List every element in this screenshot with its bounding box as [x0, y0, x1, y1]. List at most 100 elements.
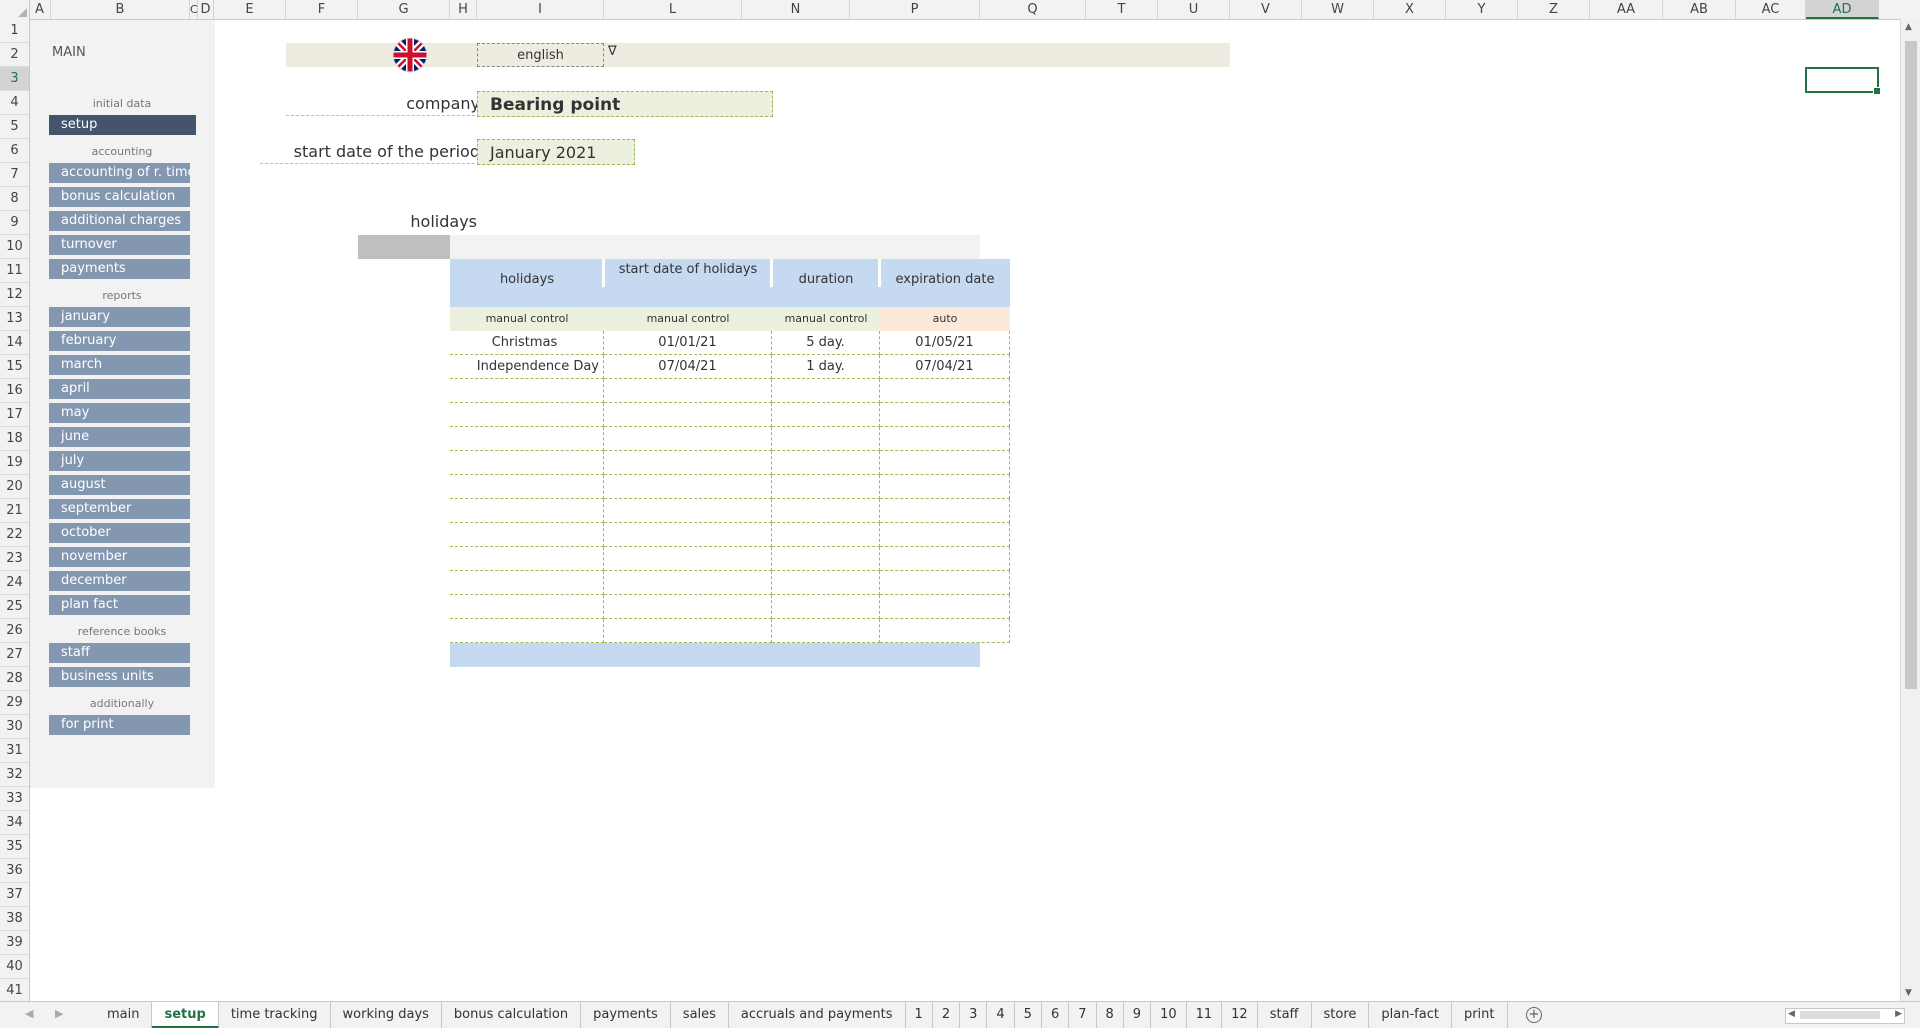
- tab-print[interactable]: print: [1452, 1002, 1508, 1028]
- active-cell-cursor[interactable]: [1805, 67, 1881, 95]
- tab-store[interactable]: store: [1312, 1002, 1370, 1028]
- duration-cell[interactable]: [772, 547, 880, 571]
- holiday-name-cell[interactable]: [450, 427, 604, 451]
- nav-turnover-button[interactable]: turnover: [49, 235, 190, 255]
- tab-4[interactable]: 4: [987, 1002, 1015, 1028]
- row-header-29[interactable]: 29: [0, 691, 29, 715]
- language-select[interactable]: english: [477, 43, 604, 67]
- add-sheet-icon[interactable]: +: [1526, 1007, 1542, 1023]
- start-date-cell[interactable]: [604, 379, 772, 403]
- row-header-32[interactable]: 32: [0, 763, 29, 787]
- row-header-10[interactable]: 10: [0, 235, 29, 259]
- tab-1[interactable]: 1: [906, 1002, 933, 1028]
- holiday-name-cell[interactable]: [450, 619, 604, 643]
- nav-bonus-button[interactable]: bonus calculation: [49, 187, 190, 207]
- duration-cell[interactable]: [772, 523, 880, 547]
- row-header-17[interactable]: 17: [0, 403, 29, 427]
- nav-february-button[interactable]: february: [49, 331, 190, 351]
- tab-prev-icon[interactable]: ◀: [25, 1007, 33, 1020]
- tab-next-icon[interactable]: ▶: [55, 1007, 63, 1020]
- row-header-9[interactable]: 9: [0, 211, 29, 235]
- column-header-f[interactable]: F: [286, 0, 358, 19]
- column-header-d[interactable]: D: [198, 0, 214, 19]
- nav-july-button[interactable]: july: [49, 451, 190, 471]
- nav-august-button[interactable]: august: [49, 475, 190, 495]
- column-header-a[interactable]: A: [29, 0, 51, 19]
- tab-8[interactable]: 8: [1097, 1002, 1124, 1028]
- row-header-36[interactable]: 36: [0, 859, 29, 883]
- column-header-x[interactable]: X: [1374, 0, 1446, 19]
- nav-january-button[interactable]: january: [49, 307, 190, 327]
- row-header-41[interactable]: 41: [0, 979, 29, 1001]
- tab-5[interactable]: 5: [1015, 1002, 1042, 1028]
- column-header-y[interactable]: Y: [1446, 0, 1518, 19]
- scroll-left-icon[interactable]: ◀: [1788, 1009, 1795, 1019]
- start-date-cell[interactable]: [604, 499, 772, 523]
- row-header-30[interactable]: 30: [0, 715, 29, 739]
- expiration-date-cell[interactable]: [880, 595, 1010, 619]
- holiday-name-cell[interactable]: [450, 547, 604, 571]
- row-header-34[interactable]: 34: [0, 811, 29, 835]
- column-header-g[interactable]: G: [358, 0, 450, 19]
- holiday-name-cell[interactable]: [450, 523, 604, 547]
- column-header-b[interactable]: B: [51, 0, 190, 19]
- nav-accounting-time-button[interactable]: accounting of r. time: [49, 163, 190, 183]
- nav-november-button[interactable]: november: [49, 547, 190, 567]
- tab-6[interactable]: 6: [1042, 1002, 1070, 1028]
- tab-bonus-calculation[interactable]: bonus calculation: [442, 1002, 582, 1028]
- row-header-18[interactable]: 18: [0, 427, 29, 451]
- column-header-ac[interactable]: AC: [1736, 0, 1806, 19]
- holiday-name-cell[interactable]: Christmas: [450, 331, 604, 355]
- tab-staff[interactable]: staff: [1258, 1002, 1312, 1028]
- tab-9[interactable]: 9: [1124, 1002, 1152, 1028]
- nav-setup-button[interactable]: setup: [49, 115, 196, 135]
- nav-december-button[interactable]: december: [49, 571, 190, 591]
- duration-cell[interactable]: [772, 619, 880, 643]
- holiday-name-cell[interactable]: [450, 403, 604, 427]
- row-header-16[interactable]: 16: [0, 379, 29, 403]
- period-field[interactable]: January 2021: [477, 139, 635, 165]
- tab-setup[interactable]: setup: [152, 1002, 219, 1028]
- tab-10[interactable]: 10: [1151, 1002, 1187, 1028]
- vertical-scrollbar[interactable]: ▲ ▼: [1900, 19, 1920, 1001]
- expiration-date-cell[interactable]: [880, 499, 1010, 523]
- start-date-cell[interactable]: [604, 619, 772, 643]
- row-header-14[interactable]: 14: [0, 331, 29, 355]
- row-header-6[interactable]: 6: [0, 139, 29, 163]
- expiration-date-cell[interactable]: [880, 451, 1010, 475]
- duration-cell[interactable]: [772, 499, 880, 523]
- duration-cell[interactable]: 1 day.: [772, 355, 880, 379]
- nav-staff-button[interactable]: staff: [49, 643, 190, 663]
- row-header-22[interactable]: 22: [0, 523, 29, 547]
- scroll-up-icon[interactable]: ▲: [1905, 22, 1912, 32]
- column-header-t[interactable]: T: [1086, 0, 1158, 19]
- duration-cell[interactable]: [772, 427, 880, 451]
- tab-plan-fact[interactable]: plan-fact: [1369, 1002, 1452, 1028]
- row-header-1[interactable]: 1: [0, 19, 29, 43]
- column-header-e[interactable]: E: [214, 0, 286, 19]
- row-header-25[interactable]: 25: [0, 595, 29, 619]
- tab-sales[interactable]: sales: [671, 1002, 729, 1028]
- column-header-h[interactable]: H: [450, 0, 477, 19]
- row-header-3[interactable]: 3: [0, 67, 29, 91]
- row-header-38[interactable]: 38: [0, 907, 29, 931]
- expiration-date-cell[interactable]: [880, 547, 1010, 571]
- column-header-i[interactable]: I: [477, 0, 604, 19]
- start-date-cell[interactable]: [604, 451, 772, 475]
- column-header-v[interactable]: V: [1230, 0, 1302, 19]
- column-header-aa[interactable]: AA: [1590, 0, 1663, 19]
- start-date-cell[interactable]: [604, 571, 772, 595]
- tab-payments[interactable]: payments: [581, 1002, 671, 1028]
- start-date-cell[interactable]: [604, 403, 772, 427]
- column-header-z[interactable]: Z: [1518, 0, 1590, 19]
- vertical-scroll-thumb[interactable]: [1905, 41, 1917, 689]
- duration-cell[interactable]: [772, 403, 880, 427]
- row-header-21[interactable]: 21: [0, 499, 29, 523]
- tab-11[interactable]: 11: [1187, 1002, 1223, 1028]
- nav-september-button[interactable]: september: [49, 499, 190, 519]
- column-header-l[interactable]: L: [604, 0, 742, 19]
- tab-7[interactable]: 7: [1069, 1002, 1097, 1028]
- holiday-name-cell[interactable]: [450, 475, 604, 499]
- nav-additional-charges-button[interactable]: additional charges: [49, 211, 190, 231]
- start-date-cell[interactable]: [604, 595, 772, 619]
